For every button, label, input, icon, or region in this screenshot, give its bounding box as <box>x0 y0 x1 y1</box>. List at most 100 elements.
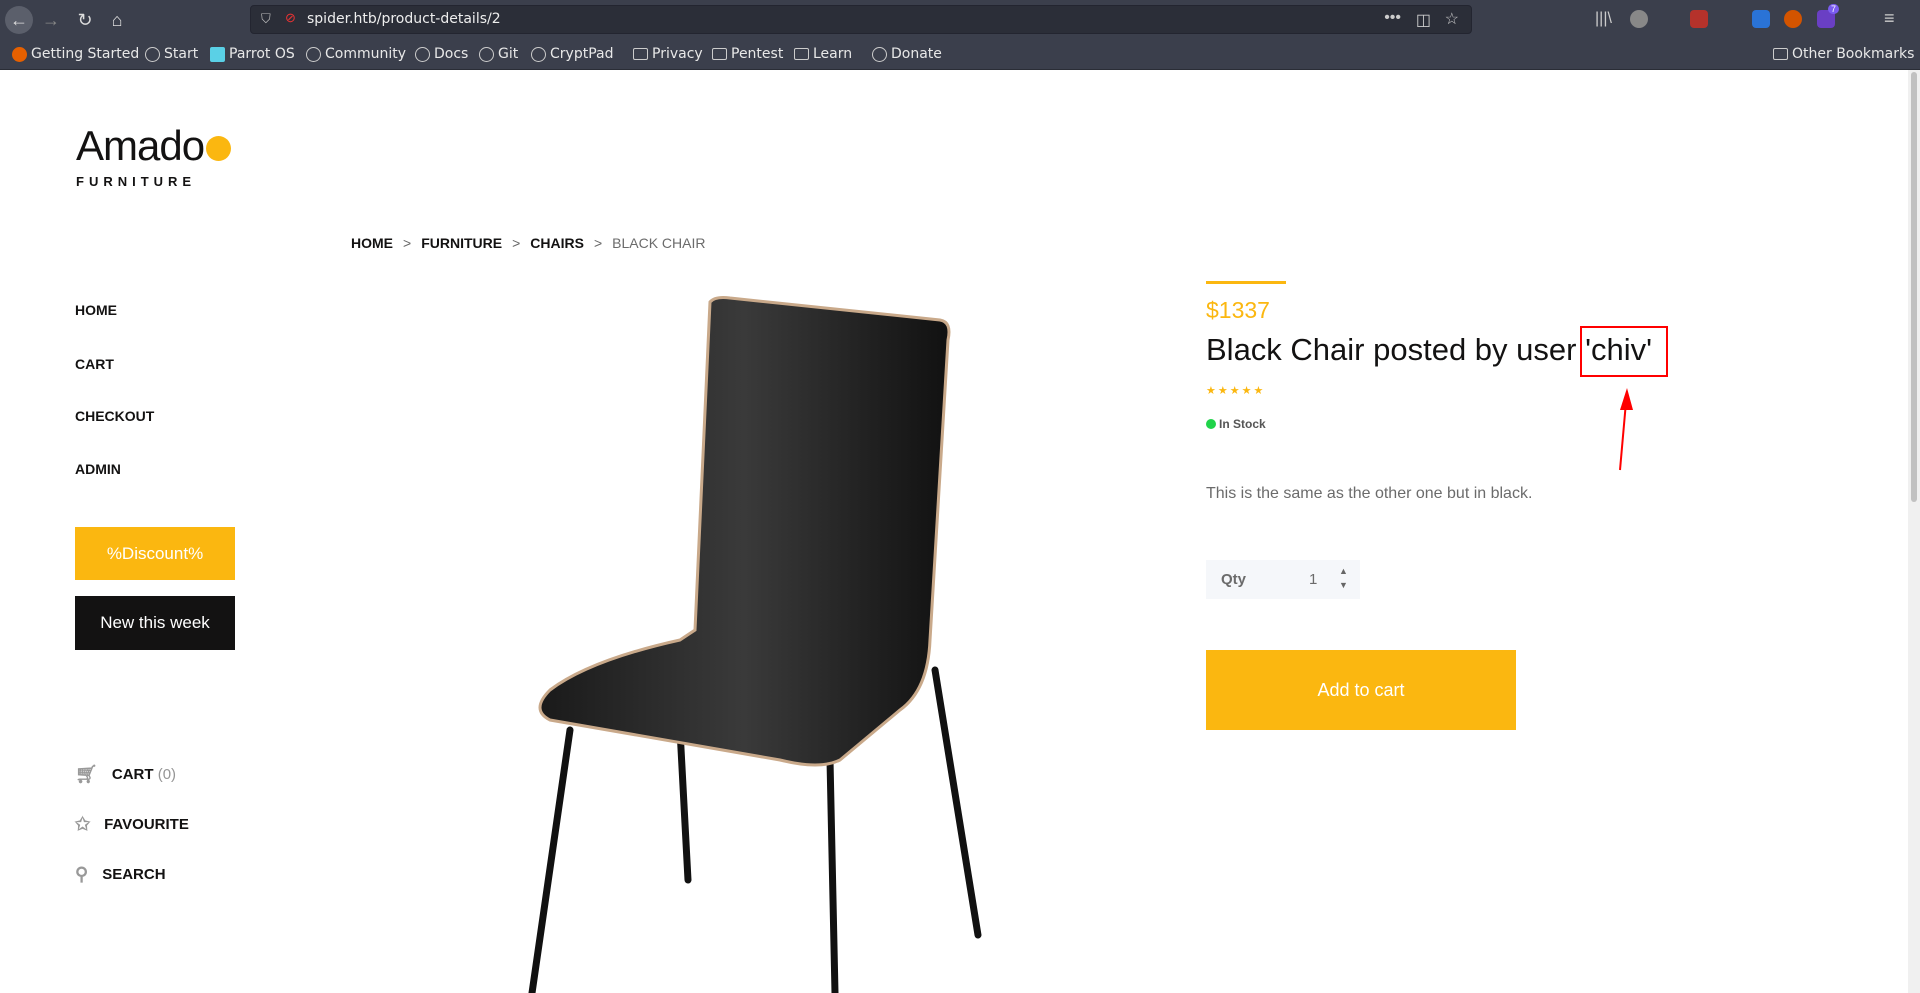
bookmark-cryptpad[interactable]: CryptPad <box>531 46 613 62</box>
folder-icon <box>712 48 727 60</box>
price-accent-line <box>1206 281 1286 284</box>
extension-badge-icon[interactable]: 7 <box>1817 4 1839 28</box>
other-bookmarks[interactable]: Other Bookmarks <box>1773 46 1914 62</box>
breadcrumb-separator: > <box>512 235 521 251</box>
search-icon: ⚲ <box>75 864 89 884</box>
cart-label: CART <box>111 766 154 783</box>
bookmarks-bar: Getting Started Start Parrot OS Communit… <box>0 39 1920 70</box>
product-image-black-chair <box>528 296 982 993</box>
logo-text: Amado <box>76 122 205 169</box>
globe-icon <box>415 46 430 62</box>
logo-dot <box>206 136 232 161</box>
bookmark-label: Getting Started <box>31 46 140 62</box>
bookmark-label: Git <box>498 46 519 62</box>
logo-subtitle: FURNITURE <box>76 174 197 189</box>
firefox-icon <box>12 46 27 62</box>
bookmark-community[interactable]: Community <box>306 46 406 62</box>
nav-cart[interactable]: CART <box>75 356 114 372</box>
url-text[interactable]: spider.htb/product-details/2 <box>307 11 501 27</box>
bookmark-start[interactable]: Start <box>145 46 198 62</box>
bookmark-donate[interactable]: Donate <box>872 46 942 62</box>
bookmark-privacy[interactable]: Privacy <box>633 46 703 62</box>
globe-icon <box>872 46 887 62</box>
title-text: Black Chair posted by user <box>1206 332 1586 367</box>
side-cart-link[interactable]: 🛒︎ CART (0) <box>75 764 176 785</box>
star-icon[interactable]: ☆ <box>1445 9 1459 29</box>
globe-icon <box>531 46 546 62</box>
nav-checkout[interactable]: CHECKOUT <box>75 408 154 424</box>
star-outline-icon: ✩ <box>75 814 91 834</box>
search-label: SEARCH <box>102 866 166 883</box>
breadcrumb-separator: > <box>403 235 412 251</box>
bookmark-getting-started[interactable]: Getting Started <box>12 46 139 62</box>
home-button[interactable]: ⌂ <box>103 6 131 34</box>
globe-icon <box>479 46 494 62</box>
logo[interactable]: Amado <box>76 122 232 170</box>
product-price: $1337 <box>1206 297 1270 323</box>
qty-spin-icon[interactable]: ▲ ▼ <box>1339 564 1348 592</box>
url-bar[interactable]: ⛉ ⊘ spider.htb/product-details/2 ••• ◫ ☆ <box>250 5 1472 34</box>
side-favourite-link[interactable]: ✩ FAVOURITE <box>75 814 189 835</box>
bookmark-label: Other Bookmarks <box>1792 46 1915 62</box>
stock-status: In Stock <box>1206 417 1266 431</box>
new-this-week-button[interactable]: New this week <box>75 596 235 650</box>
bookmark-label: Donate <box>891 46 942 62</box>
extension-s-icon[interactable] <box>1752 10 1770 28</box>
bookmark-label: Docs <box>434 46 469 62</box>
bookmark-docs[interactable]: Docs <box>415 46 468 62</box>
add-to-cart-button[interactable]: Add to cart <box>1206 650 1516 730</box>
folder-icon <box>1773 48 1788 60</box>
breadcrumb-separator: > <box>593 235 603 251</box>
more-icon[interactable]: ••• <box>1384 9 1401 27</box>
bookmark-learn[interactable]: Learn <box>794 46 852 62</box>
side-search-link[interactable]: ⚲ SEARCH <box>75 864 166 885</box>
cart-icon: 🛒︎ <box>75 764 98 784</box>
in-stock-dot <box>1206 419 1216 429</box>
nav-admin[interactable]: ADMIN <box>75 461 121 477</box>
quantity-stepper[interactable]: Qty 1 ▲ ▼ <box>1206 560 1360 599</box>
annotation-box <box>1580 326 1668 377</box>
forward-button[interactable]: → <box>37 6 65 34</box>
bookmark-label: Start <box>164 46 199 62</box>
qty-label: Qty <box>1221 571 1247 588</box>
annotation-arrow-icon <box>1619 388 1633 471</box>
breadcrumb: HOME > FURNITURE > CHAIRS > BLACK CHAIR <box>351 235 705 251</box>
scrollbar[interactable] <box>1908 70 1920 993</box>
shield-icon: ⛉ <box>261 11 271 26</box>
qty-input[interactable]: 1 <box>1309 571 1317 588</box>
back-button[interactable]: ← <box>5 6 33 34</box>
badge-count: 7 <box>1827 4 1839 14</box>
pocket-icon[interactable]: ◫ <box>1416 10 1431 30</box>
breadcrumb-furniture[interactable]: FURNITURE <box>421 235 502 251</box>
bookmark-pentest[interactable]: Pentest <box>712 46 783 62</box>
reload-button[interactable]: ↻ <box>71 6 99 34</box>
folder-icon <box>633 48 648 60</box>
scrollbar-thumb[interactable] <box>1911 72 1917 502</box>
bookmark-label: Privacy <box>652 46 703 62</box>
ublock-icon[interactable] <box>1690 10 1708 28</box>
breadcrumb-home[interactable]: HOME <box>351 235 393 251</box>
discount-button[interactable]: %Discount% <box>75 527 235 580</box>
browser-toolbar: ← → ↻ ⌂ ⛉ ⊘ spider.htb/product-details/2… <box>0 0 1920 39</box>
extension-icon[interactable] <box>1784 10 1802 28</box>
nav-home[interactable]: HOME <box>75 302 117 318</box>
cart-count: (0) <box>157 766 177 783</box>
stock-label: In Stock <box>1219 417 1266 431</box>
bookmark-label: Community <box>325 46 407 62</box>
menu-icon[interactable]: ≡ <box>1884 8 1895 29</box>
breadcrumb-chairs[interactable]: CHAIRS <box>530 235 584 251</box>
globe-icon <box>306 46 321 62</box>
folder-icon <box>794 48 809 60</box>
bookmark-label: Learn <box>813 46 853 62</box>
bookmark-label: Pentest <box>731 46 784 62</box>
bookmark-git[interactable]: Git <box>479 46 518 62</box>
breadcrumb-current: BLACK CHAIR <box>612 235 706 251</box>
bookmark-label: CryptPad <box>550 46 614 62</box>
bookmark-label: Parrot OS <box>229 46 295 62</box>
library-icon[interactable]: |||\ <box>1595 10 1612 28</box>
product-description: This is the same as the other one but in… <box>1206 485 1533 502</box>
rating-stars: ★★★★★ <box>1206 385 1266 397</box>
bookmark-parrot-os[interactable]: Parrot OS <box>210 46 295 62</box>
globe-icon <box>145 46 160 62</box>
account-icon[interactable] <box>1630 10 1648 28</box>
